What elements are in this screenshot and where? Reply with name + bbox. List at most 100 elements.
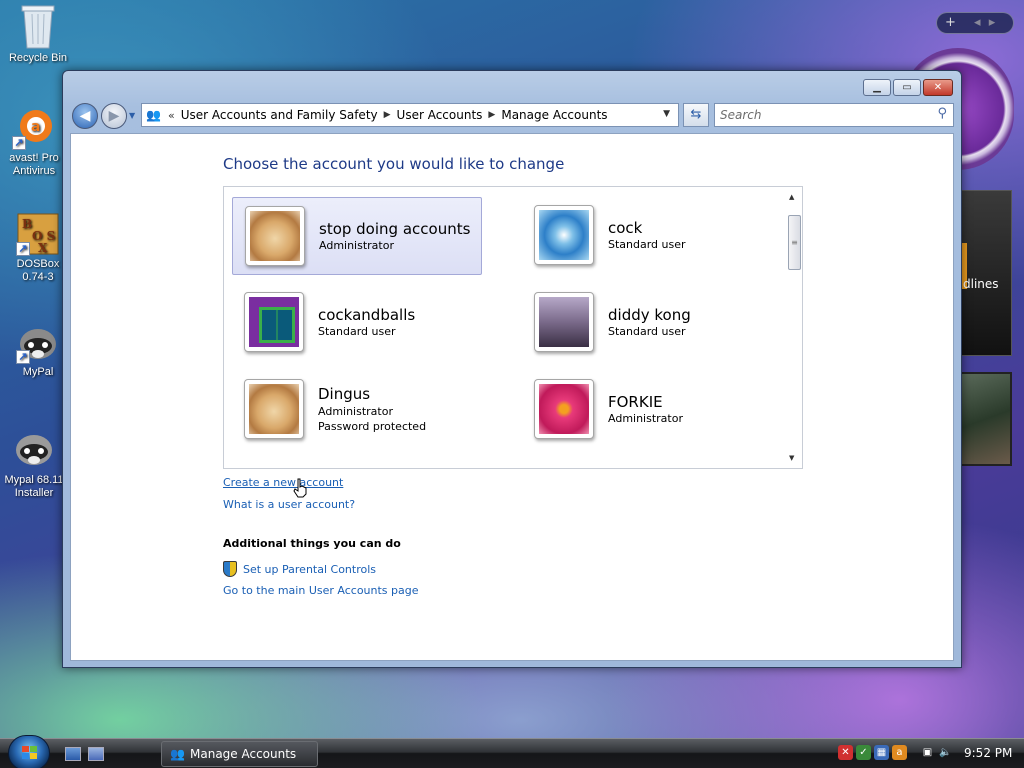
breadcrumb-item[interactable]: User Accounts and Family Safety bbox=[181, 108, 378, 122]
account-name: stop doing accounts bbox=[319, 220, 471, 238]
account-tile[interactable]: stop doing accounts Administrator bbox=[232, 197, 482, 275]
maximize-button[interactable]: ▭ bbox=[893, 79, 921, 96]
slideshow-gadget[interactable] bbox=[960, 372, 1012, 466]
start-button[interactable] bbox=[8, 735, 50, 768]
manage-accounts-window: ▁ ▭ ✕ ◀ ▶ ▼ 👥 « User Accounts and Family… bbox=[62, 70, 962, 668]
account-tile[interactable]: Dingus Administrator Password protected bbox=[232, 365, 482, 443]
account-type: Administrator bbox=[608, 412, 683, 425]
feed-label: dlines bbox=[963, 277, 999, 291]
avast-icon: a ↗ bbox=[12, 106, 56, 150]
account-type: Administrator bbox=[318, 405, 393, 418]
scroll-up-icon[interactable]: ▲ bbox=[789, 193, 794, 201]
shortcut-arrow-icon: ↗ bbox=[12, 136, 26, 150]
search-icon[interactable]: ⚲ bbox=[937, 106, 947, 121]
dosbox-icon: B O S X ↗ bbox=[16, 212, 60, 256]
network-icon[interactable]: ▦ bbox=[874, 745, 889, 760]
back-button[interactable]: ◀ bbox=[72, 103, 98, 129]
security-alert-icon[interactable]: ✕ bbox=[838, 745, 853, 760]
window-controls: ▁ ▭ ✕ bbox=[863, 79, 953, 96]
sidebar-controls[interactable]: + ◂ ▸ bbox=[936, 12, 1014, 34]
flower-picture-icon bbox=[539, 210, 589, 260]
account-name: Dingus bbox=[318, 385, 371, 403]
shortcut-arrow-icon: ↗ bbox=[16, 350, 30, 364]
svg-text:a: a bbox=[31, 119, 40, 135]
scroll-thumb[interactable]: ≡ bbox=[788, 215, 801, 270]
taskbar: 👥 Manage Accounts ✕ ✓ ▦ a ▣ 🔈 9:52 PM bbox=[0, 735, 1024, 768]
taskbar-clock[interactable]: 9:52 PM bbox=[964, 746, 1012, 760]
address-dropdown-icon[interactable]: ▼ bbox=[663, 109, 670, 119]
account-type: Standard user bbox=[608, 325, 686, 338]
account-name: cock bbox=[608, 219, 643, 237]
desktop-icon-label: Recycle Bin bbox=[8, 52, 68, 64]
account-type: Standard user bbox=[318, 325, 396, 338]
account-picture bbox=[244, 379, 304, 439]
page-title: Choose the account you would like to cha… bbox=[223, 155, 565, 173]
account-picture bbox=[534, 292, 594, 352]
account-picture bbox=[534, 205, 594, 265]
navigation-bar: ◀ ▶ ▼ 👥 « User Accounts and Family Safet… bbox=[71, 103, 954, 129]
raccoon-icon: ↗ bbox=[16, 320, 60, 364]
breadcrumb-item[interactable]: Manage Accounts bbox=[501, 108, 607, 122]
scroll-down-icon[interactable]: ▼ bbox=[789, 454, 794, 462]
avast-tray-icon[interactable]: a bbox=[892, 745, 907, 760]
account-picture bbox=[245, 206, 305, 266]
breadcrumb-separator-icon[interactable]: ▶ bbox=[488, 110, 495, 120]
parental-controls-row[interactable]: Set up Parental Controls bbox=[223, 561, 376, 577]
checkmark-icon[interactable]: ✓ bbox=[856, 745, 871, 760]
account-tile[interactable]: cock Standard user bbox=[522, 197, 772, 275]
account-type: Administrator bbox=[319, 239, 394, 252]
parental-controls-link[interactable]: Set up Parental Controls bbox=[243, 563, 376, 576]
desktop-icon-mypal-installer[interactable]: Mypal 68.11 Installer bbox=[2, 428, 66, 500]
account-tile[interactable]: diddy kong Standard user bbox=[522, 284, 772, 362]
taskbar-button-label: Manage Accounts bbox=[190, 747, 297, 761]
daisy-picture-icon bbox=[539, 384, 589, 434]
minimize-button[interactable]: ▁ bbox=[863, 79, 891, 96]
account-picture bbox=[534, 379, 594, 439]
grass-picture-icon bbox=[539, 297, 589, 347]
breadcrumb-separator-icon[interactable]: ▶ bbox=[384, 110, 391, 120]
desktop-icon-recycle-bin[interactable]: Recycle Bin bbox=[2, 2, 74, 65]
refresh-icon: ⇆ bbox=[690, 107, 702, 122]
add-gadget-icon[interactable]: + bbox=[945, 15, 956, 30]
hand-cursor-icon bbox=[293, 478, 307, 498]
account-tile[interactable]: cockandballs Standard user bbox=[232, 284, 482, 362]
switch-windows-icon[interactable] bbox=[88, 747, 104, 761]
account-name: diddy kong bbox=[608, 306, 691, 324]
address-bar[interactable]: 👥 « User Accounts and Family Safety ▶ Us… bbox=[141, 103, 679, 127]
svg-text:X: X bbox=[38, 241, 48, 255]
system-tray: ✕ ✓ ▦ a ▣ 🔈 bbox=[838, 745, 953, 760]
svg-text:B: B bbox=[22, 217, 32, 231]
refresh-button[interactable]: ⇆ bbox=[683, 103, 709, 127]
desktop-icon-avast[interactable]: a ↗ avast! Pro Antivirus bbox=[2, 106, 66, 178]
search-placeholder: Search bbox=[720, 108, 762, 122]
account-name: FORKIE bbox=[608, 393, 663, 411]
desktop-icon-label: DOSBox 0.74-3 bbox=[16, 258, 60, 283]
display-icon[interactable]: ▣ bbox=[920, 745, 935, 760]
shortcut-arrow-icon: ↗ bbox=[16, 242, 30, 256]
volume-icon[interactable]: 🔈 bbox=[938, 745, 953, 760]
address-overflow[interactable]: « bbox=[168, 109, 175, 122]
window-picture-icon bbox=[249, 297, 299, 347]
windows-logo-icon bbox=[22, 746, 38, 760]
feed-headlines-gadget[interactable]: dlines bbox=[960, 190, 1012, 356]
next-icon[interactable]: ▸ bbox=[989, 15, 996, 30]
dog-picture-icon bbox=[250, 211, 300, 261]
create-account-link[interactable]: Create a new account bbox=[223, 476, 343, 489]
close-button[interactable]: ✕ bbox=[923, 79, 953, 96]
taskbar-button-manage-accounts[interactable]: 👥 Manage Accounts bbox=[161, 741, 318, 767]
forward-button[interactable]: ▶ bbox=[101, 103, 127, 129]
breadcrumb-item[interactable]: User Accounts bbox=[397, 108, 483, 122]
prev-icon[interactable]: ◂ bbox=[974, 15, 981, 30]
account-type: Standard user bbox=[608, 238, 686, 251]
what-is-account-link[interactable]: What is a user account? bbox=[223, 498, 355, 511]
dog-picture-icon bbox=[249, 384, 299, 434]
accounts-scrollbar[interactable]: ▲ ≡ ▼ bbox=[785, 187, 802, 468]
account-picture bbox=[244, 292, 304, 352]
account-tile[interactable]: FORKIE Administrator bbox=[522, 365, 772, 443]
search-input[interactable]: Search ⚲ bbox=[714, 103, 954, 127]
additional-heading: Additional things you can do bbox=[223, 537, 401, 550]
main-user-accounts-link[interactable]: Go to the main User Accounts page bbox=[223, 584, 419, 597]
raccoon-installer-icon bbox=[12, 428, 56, 472]
recent-pages-dropdown[interactable]: ▼ bbox=[129, 111, 135, 120]
show-desktop-icon[interactable] bbox=[65, 747, 81, 761]
